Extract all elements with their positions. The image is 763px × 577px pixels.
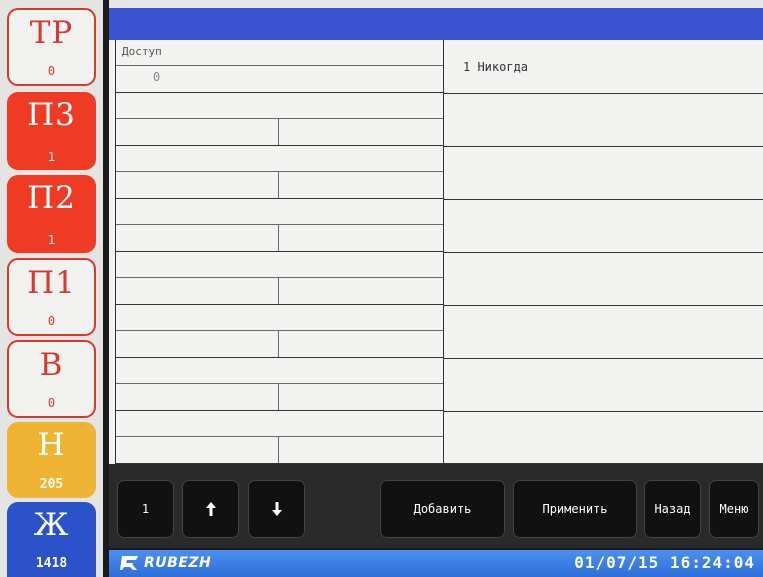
status-tile-p3[interactable]: П3 1: [7, 92, 96, 170]
arrow-down-icon: [271, 502, 282, 516]
grid-line: [116, 357, 443, 358]
apply-button[interactable]: Применить: [513, 480, 637, 538]
grid-split: [278, 224, 279, 251]
list-row-line: [443, 146, 763, 147]
status-bar: RUBEZH 01/07/15 16:24:04: [109, 548, 763, 577]
grid-line: [116, 171, 443, 172]
logo-text: RUBEZH: [144, 555, 212, 571]
status-tile-zh[interactable]: Ж 1418: [7, 502, 96, 577]
status-tile-code: П1: [27, 265, 76, 301]
scroll-up-button[interactable]: [182, 480, 239, 538]
status-tile-code: Ж: [33, 507, 70, 543]
status-tile-v[interactable]: В 0: [7, 340, 96, 418]
status-tile-count: 0: [47, 64, 56, 78]
grid-line: [116, 304, 443, 305]
status-tile-code: П3: [27, 97, 76, 133]
status-tile-tr[interactable]: ТР 0: [7, 8, 96, 86]
status-sidebar: ТР 0 П3 1 П2 1 П1 0 В 0 Н 205 Ж 1418: [0, 0, 104, 577]
properties-grid: Доступ 0: [115, 40, 444, 464]
rubezh-logo: RUBEZH: [119, 554, 211, 572]
status-tile-count: 1: [47, 150, 56, 164]
list-row-line: [443, 252, 763, 253]
status-tile-p2[interactable]: П2 1: [7, 175, 96, 253]
list-item[interactable]: 1 Никогда: [443, 40, 763, 93]
grid-line: [116, 410, 443, 411]
status-tile-count: 0: [47, 314, 56, 328]
grid-split: [278, 436, 279, 463]
grid-line: [116, 330, 443, 331]
add-button[interactable]: Добавить: [380, 480, 505, 538]
grid-line: [116, 92, 443, 93]
status-tile-code: В: [39, 347, 64, 383]
list-row-line: [443, 358, 763, 359]
rubezh-logo-icon: [120, 556, 138, 570]
grid-line: [116, 383, 443, 384]
status-tile-count: 1418: [35, 556, 68, 571]
menu-button[interactable]: Меню: [709, 480, 759, 538]
access-value[interactable]: 0: [153, 70, 160, 84]
status-tile-code: Н: [37, 427, 66, 463]
top-bar: [109, 8, 763, 42]
scroll-down-button[interactable]: [248, 480, 305, 538]
grid-split: [278, 118, 279, 145]
list-item-label: 1 Никогда: [463, 60, 529, 74]
access-label: Доступ: [122, 45, 162, 58]
page-button[interactable]: 1: [117, 480, 174, 538]
back-button[interactable]: Назад: [644, 480, 701, 538]
status-tile-code: ТР: [29, 15, 74, 51]
options-list: 1 Никогда: [443, 40, 763, 464]
grid-split: [278, 330, 279, 357]
grid-line: [116, 436, 443, 437]
grid-split: [278, 171, 279, 198]
grid-line: [116, 198, 443, 199]
list-row-line: [443, 305, 763, 306]
status-tile-count: 205: [39, 477, 64, 492]
status-tile-n[interactable]: Н 205: [7, 422, 96, 498]
grid-split: [278, 277, 279, 304]
button-bar: 1 Добавить Применить Назад Меню: [109, 464, 763, 548]
grid-line: [116, 251, 443, 252]
arrow-up-icon: [205, 502, 216, 516]
grid-line: [116, 277, 443, 278]
list-row-line: [443, 199, 763, 200]
grid-line: [116, 224, 443, 225]
grid-line: [116, 145, 443, 146]
main-panel: Доступ 0 1 Никогда: [109, 40, 763, 464]
grid-line: [116, 65, 443, 66]
status-tile-count: 1: [47, 233, 56, 247]
grid-split: [278, 383, 279, 410]
list-row-line: [443, 411, 763, 412]
list-row-line: [443, 93, 763, 94]
grid-line: [116, 118, 443, 119]
status-tile-count: 0: [47, 396, 56, 410]
status-tile-code: П2: [27, 180, 76, 216]
status-tile-p1[interactable]: П1 0: [7, 258, 96, 336]
datetime-display: 01/07/15 16:24:04: [574, 553, 755, 572]
